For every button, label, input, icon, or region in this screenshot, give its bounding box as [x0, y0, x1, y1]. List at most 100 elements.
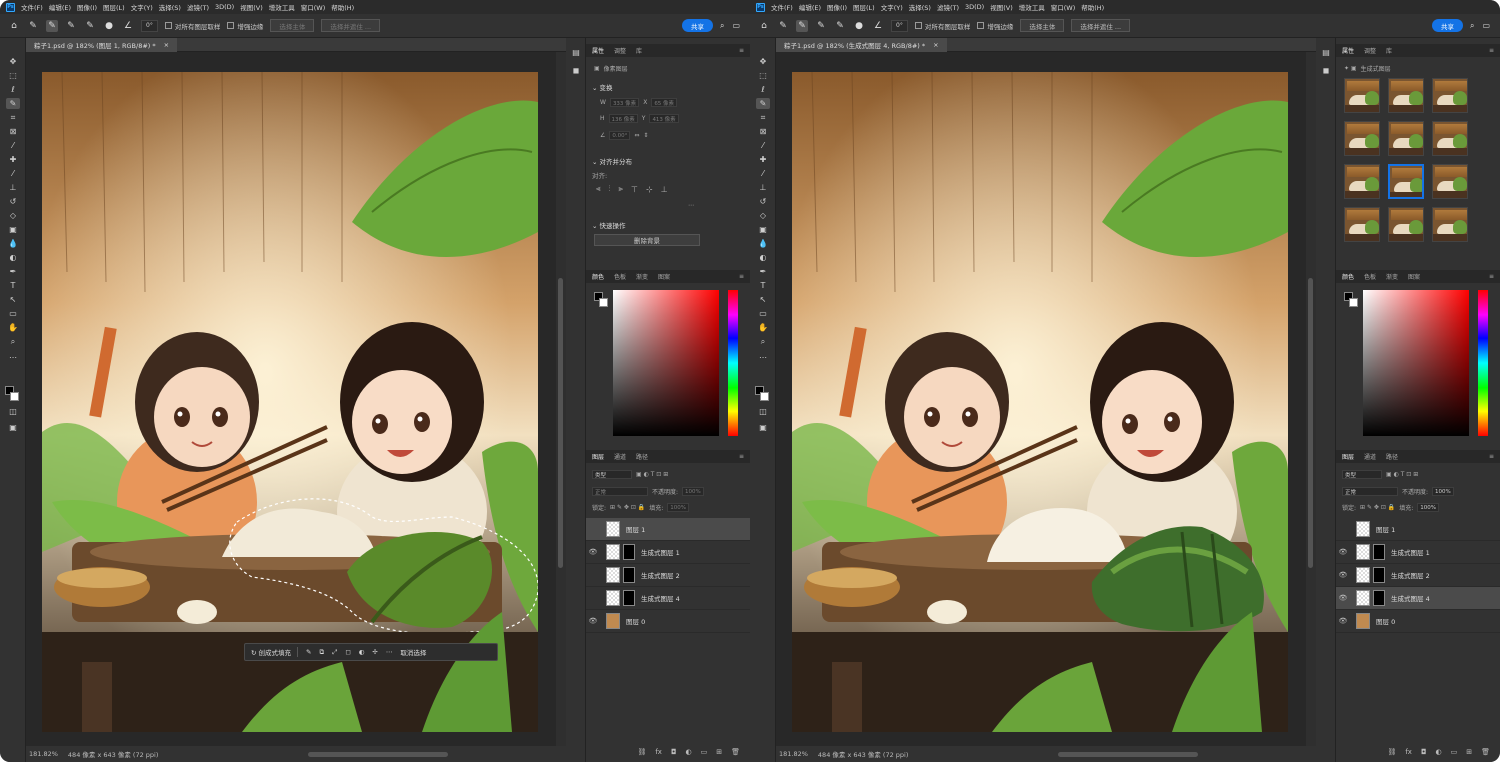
modify-selection-icon[interactable]: ✎ — [306, 648, 311, 656]
menu-help[interactable]: 帮助(H) — [331, 2, 354, 12]
tab-properties[interactable]: 属性 — [592, 46, 604, 55]
sample-all-checkbox[interactable]: 对所有图层取样 — [914, 21, 970, 31]
lock-icons[interactable]: ⊞ ✎ ✥ ⊡ 🔒 — [1360, 504, 1395, 511]
close-icon[interactable]: × — [164, 41, 169, 49]
sample-all-checkbox[interactable]: 对所有图层取样 — [164, 21, 220, 31]
variation-thumbnail-selected[interactable] — [1388, 164, 1424, 199]
menu-file[interactable]: 文件(F) — [21, 2, 43, 12]
tab-paths[interactable]: 路径 — [1386, 452, 1398, 461]
delete-icon[interactable]: 🗑 — [731, 748, 740, 756]
menu-view[interactable]: 视图(V) — [990, 2, 1013, 12]
hue-slider[interactable] — [728, 290, 738, 436]
tab-patterns[interactable]: 图案 — [1408, 272, 1420, 281]
group-icon[interactable]: ▭ — [1451, 748, 1458, 756]
gradient-tool-icon[interactable]: ▣ — [756, 224, 770, 235]
fx-icon[interactable]: fx — [655, 748, 662, 756]
blend-mode-select[interactable]: 正常 — [1342, 487, 1398, 496]
brush-tool-icon[interactable]: ⁄ — [756, 168, 770, 179]
align-middle-v-icon[interactable]: ⊹ — [646, 185, 653, 194]
path-selection-icon[interactable]: ↖ — [756, 294, 770, 305]
menu-image[interactable]: 图像(I) — [77, 2, 97, 12]
zoom-tool-icon[interactable]: ⌕ — [6, 336, 20, 347]
fill-icon[interactable]: ◐ — [359, 648, 365, 656]
more-options-icon[interactable]: ⋯ — [386, 648, 393, 656]
type-tool-icon[interactable]: T — [756, 280, 770, 291]
screen-mode-icon[interactable]: ▣ — [6, 422, 20, 433]
home-icon[interactable]: ⌂ — [758, 20, 770, 32]
pin-icon[interactable]: ✢ — [372, 648, 377, 656]
menu-file[interactable]: 文件(F) — [771, 2, 793, 12]
flip-horizontal-icon[interactable]: ⇔ — [634, 132, 639, 139]
tab-color[interactable]: 颜色 — [1342, 272, 1354, 281]
filter-icons[interactable]: ▣ ◐ T ⊡ ⊞ — [1386, 471, 1418, 478]
layer-row[interactable]: 👁 生成式图层 1 — [1336, 541, 1500, 564]
visibility-eye-icon[interactable]: 👁 — [1336, 594, 1350, 602]
background-color-swatch[interactable] — [10, 392, 19, 401]
subtract-selection-icon[interactable]: ✎ — [84, 20, 96, 32]
menu-select[interactable]: 选择(S) — [159, 2, 181, 12]
layer-row[interactable]: 👁 生成式图层 1 — [586, 541, 750, 564]
rectangle-tool-icon[interactable]: ▭ — [756, 308, 770, 319]
variation-thumbnail[interactable] — [1432, 164, 1468, 199]
pen-tool-icon[interactable]: ✒ — [756, 266, 770, 277]
artwork-canvas[interactable] — [792, 72, 1288, 732]
angle-field[interactable]: 0.00° — [609, 131, 631, 140]
blur-tool-icon[interactable]: 💧 — [6, 238, 20, 249]
workspace-icon[interactable]: ▭ — [1482, 21, 1490, 31]
variation-thumbnail[interactable] — [1388, 78, 1424, 113]
menu-filter[interactable]: 滤镜(T) — [187, 2, 209, 12]
eraser-tool-icon[interactable]: ◇ — [756, 210, 770, 221]
background-color-swatch[interactable] — [1349, 298, 1358, 307]
link-icon[interactable]: ⛓ — [637, 748, 646, 756]
clone-stamp-icon[interactable]: ⊥ — [756, 182, 770, 193]
menu-edit[interactable]: 编辑(E) — [799, 2, 821, 12]
tab-color[interactable]: 颜色 — [592, 272, 604, 281]
adjustment-icon[interactable]: ◐ — [1436, 748, 1442, 756]
healing-brush-icon[interactable]: ✚ — [756, 154, 770, 165]
more-tools-icon[interactable]: ⋯ — [6, 352, 20, 363]
visibility-eye-icon[interactable]: 👁 — [586, 548, 600, 556]
home-icon[interactable]: ⌂ — [8, 20, 20, 32]
eyedropper-tool-icon[interactable]: ⁄ — [756, 140, 770, 151]
layer-row[interactable]: 图层 1 — [1336, 518, 1500, 541]
tab-libraries[interactable]: 库 — [1386, 46, 1392, 55]
color-picker-field[interactable] — [613, 290, 719, 436]
background-color-swatch[interactable] — [760, 392, 769, 401]
eraser-tool-icon[interactable]: ◇ — [6, 210, 20, 221]
menu-plugins[interactable]: 增效工具 — [1019, 2, 1045, 12]
pen-tool-icon[interactable]: ✒ — [6, 266, 20, 277]
fill-field[interactable]: 100% — [667, 503, 690, 512]
tab-swatches[interactable]: 色板 — [614, 272, 626, 281]
new-selection-icon[interactable]: ✎ — [796, 19, 808, 32]
visibility-eye-icon[interactable]: 👁 — [586, 617, 600, 625]
tab-channels[interactable]: 通道 — [1364, 452, 1376, 461]
menu-plugins[interactable]: 增效工具 — [269, 2, 295, 12]
tab-channels[interactable]: 通道 — [614, 452, 626, 461]
marquee-tool-icon[interactable]: ⬚ — [6, 70, 20, 81]
search-icon[interactable]: ⌕ — [720, 21, 724, 31]
menu-view[interactable]: 视图(V) — [240, 2, 263, 12]
vertical-scrollbar[interactable] — [556, 52, 566, 746]
tab-layers[interactable]: 图层 — [592, 452, 604, 461]
layer-row[interactable]: 👁 生成式图层 2 — [1336, 564, 1500, 587]
panel-menu-icon[interactable]: ≡ — [739, 47, 750, 54]
angle-field[interactable]: 0° — [891, 19, 908, 32]
quick-selection-tool-icon[interactable]: ✎ — [6, 98, 20, 109]
menu-edit[interactable]: 编辑(E) — [49, 2, 71, 12]
menu-image[interactable]: 图像(I) — [827, 2, 847, 12]
brush-size-icon[interactable]: ● — [103, 20, 115, 32]
artwork-canvas[interactable] — [42, 72, 538, 732]
background-color-swatch[interactable] — [599, 298, 608, 307]
tab-adjustments[interactable]: 调整 — [1364, 46, 1376, 55]
comments-panel-icon[interactable]: ◼ — [1321, 66, 1331, 76]
search-icon[interactable]: ⌕ — [1470, 21, 1474, 31]
lasso-tool-icon[interactable]: ℓ — [756, 84, 770, 95]
comments-panel-icon[interactable]: ◼ — [571, 66, 581, 76]
workspace-icon[interactable]: ▭ — [732, 21, 740, 31]
tab-gradients[interactable]: 渐变 — [636, 272, 648, 281]
invert-selection-icon[interactable]: ⧉ — [319, 648, 324, 657]
menu-window[interactable]: 窗口(W) — [301, 2, 326, 12]
history-brush-icon[interactable]: ↺ — [756, 196, 770, 207]
type-tool-icon[interactable]: T — [6, 280, 20, 291]
layer-row[interactable]: 👁 图层 0 — [1336, 610, 1500, 633]
